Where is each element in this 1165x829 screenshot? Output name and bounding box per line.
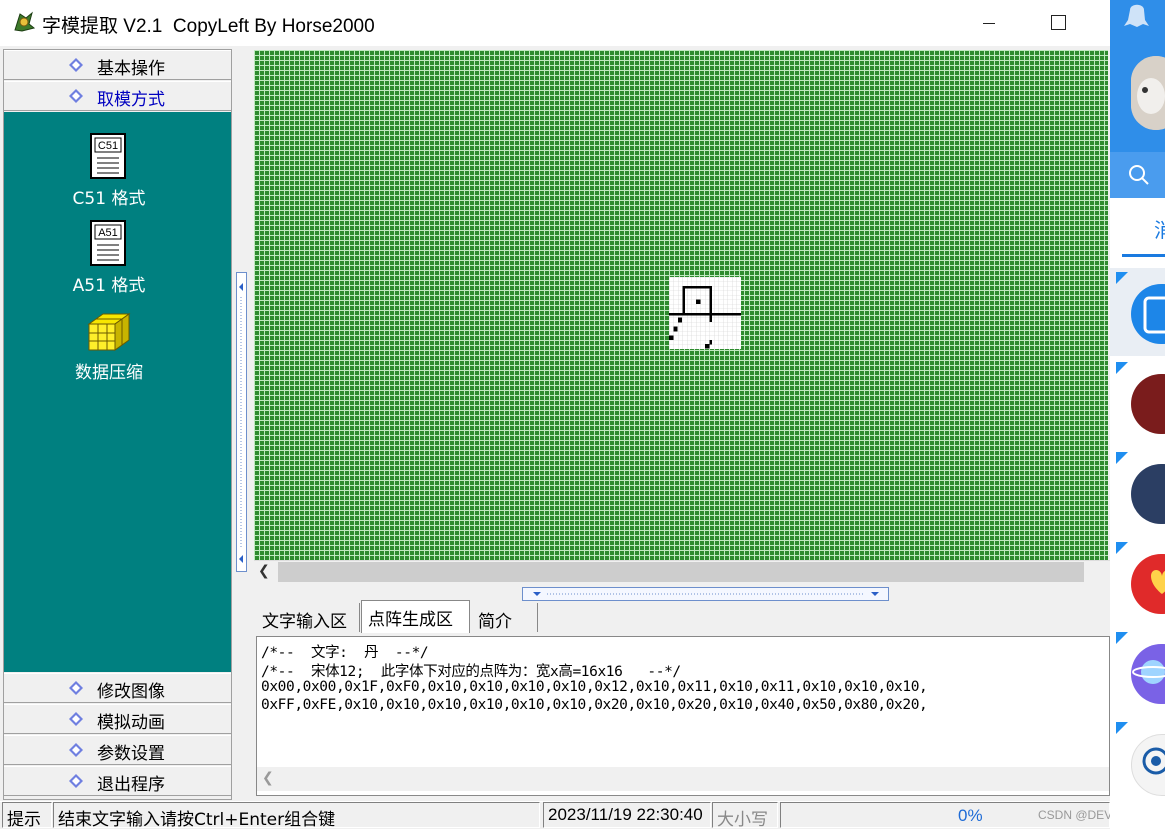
side-tab-indicator <box>1122 254 1165 257</box>
school-logo-icon <box>1131 734 1165 796</box>
scroll-left-arrow-icon[interactable]: ❮ <box>262 770 274 786</box>
diamond-icon <box>69 58 83 72</box>
compress-label: 数据压缩 <box>75 363 143 383</box>
side-list-item[interactable] <box>1110 268 1165 356</box>
diamond-icon <box>69 774 83 788</box>
scroll-left-arrow-icon[interactable]: ❮ <box>258 563 274 579</box>
nav-animation-button[interactable]: 模拟动画 <box>4 704 231 734</box>
scrollbar-thumb[interactable] <box>278 562 1084 582</box>
c51-format-label: C51 格式 <box>72 189 146 209</box>
compress-tool[interactable]: 数据压缩 <box>49 310 169 383</box>
diamond-icon <box>69 89 83 103</box>
diamond-icon <box>69 681 83 695</box>
diamond-icon <box>69 743 83 757</box>
side-list-item[interactable] <box>1110 628 1165 716</box>
nav-label: 模拟动画 <box>97 713 165 733</box>
maximize-button[interactable] <box>1036 4 1082 42</box>
output-line: 0xFF,0xFE,0x10,0x10,0x10,0x10,0x10,0x10,… <box>261 697 928 713</box>
output-line: /*-- 文字: 丹 --*/ <box>261 645 429 661</box>
window-title: 字模提取 V2.1 CopyLeft By Horse2000 <box>42 16 375 37</box>
a51-format-tool[interactable]: A51 A51 格式 <box>49 219 169 296</box>
tab-dot-matrix[interactable]: 点阵生成区 <box>361 600 470 633</box>
nav-label: 修改图像 <box>97 682 165 702</box>
nav-label: 基本操作 <box>97 59 165 79</box>
splitter-handle[interactable] <box>236 272 247 572</box>
side-list-item[interactable] <box>1110 448 1165 536</box>
tab-intro[interactable]: 简介 <box>472 603 538 632</box>
search-icon[interactable] <box>1128 164 1150 186</box>
minimize-button[interactable] <box>966 4 1012 42</box>
status-hint-label: 提示 <box>2 802 52 828</box>
output-line: 0x00,0x00,0x1F,0xF0,0x10,0x10,0x10,0x10,… <box>261 679 928 695</box>
status-message: 结束文字输入请按Ctrl+Enter组合键 <box>53 802 540 828</box>
output-horizontal-scrollbar[interactable] <box>257 767 1109 791</box>
svg-text:A51: A51 <box>98 227 118 239</box>
nav-label: 参数设置 <box>97 744 165 764</box>
group-avatar-icon <box>1131 374 1165 434</box>
tab-text-input[interactable]: 文字输入区 <box>256 603 360 632</box>
nav-basic-ops-button[interactable]: 基本操作 <box>4 50 231 80</box>
a51-doc-icon: A51 <box>90 220 126 266</box>
app-icon <box>12 10 36 34</box>
side-tab-label[interactable]: 消 <box>1154 214 1165 243</box>
side-list-item[interactable] <box>1110 718 1165 806</box>
status-datetime: 2023/11/19 22:30:40 <box>543 802 711 828</box>
side-list-item[interactable] <box>1110 538 1165 626</box>
svg-text:C51: C51 <box>98 140 118 152</box>
nav-label: 退出程序 <box>97 775 165 795</box>
left-nav-panel: 基本操作 取模方式 C51 C51 格式 A51 A51 格式 数据压缩 修改图… <box>3 49 232 800</box>
tool-area: C51 C51 格式 A51 A51 格式 数据压缩 <box>4 112 231 672</box>
group-avatar-icon <box>1131 464 1165 524</box>
c51-format-tool[interactable]: C51 C51 格式 <box>49 132 169 209</box>
horizontal-splitter-handle[interactable] <box>522 587 889 601</box>
diamond-icon <box>69 712 83 726</box>
avatar[interactable] <box>1131 56 1165 130</box>
heart-logo-icon <box>1131 554 1165 614</box>
status-caps: 大小写 <box>712 802 778 828</box>
glyph-preview <box>669 277 741 349</box>
planet-icon <box>1131 644 1165 704</box>
compress-cubes-icon <box>87 313 131 351</box>
output-line: /*-- 宋体12; 此字体下对应的点阵为：宽x高=16x16 --*/ <box>261 664 681 680</box>
c51-doc-icon: C51 <box>90 133 126 179</box>
nav-settings-button[interactable]: 参数设置 <box>4 735 231 765</box>
nav-label: 取模方式 <box>97 90 165 110</box>
nav-edit-image-button[interactable]: 修改图像 <box>4 673 231 703</box>
side-list-item[interactable] <box>1110 358 1165 446</box>
progress-percent: 0% <box>958 806 983 825</box>
a51-format-label: A51 格式 <box>72 276 146 296</box>
nav-exit-button[interactable]: 退出程序 <box>4 766 231 796</box>
tablet-icon <box>1131 284 1165 344</box>
nav-mode-button[interactable]: 取模方式 <box>4 81 231 111</box>
